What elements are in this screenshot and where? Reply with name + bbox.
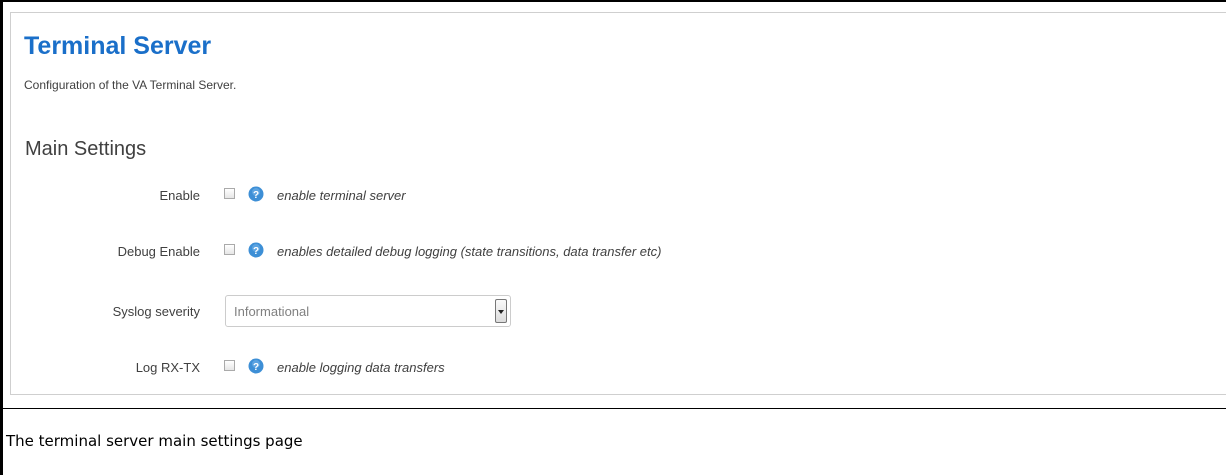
debug-enable-label: Debug Enable — [117, 244, 200, 259]
help-circle-icon[interactable]: ? — [248, 186, 264, 202]
log-rx-tx-row: Log RX-TX ? enable logging data transfer… — [0, 356, 1216, 380]
syslog-severity-row: Syslog severity Informational — [0, 295, 1216, 327]
enable-label: Enable — [159, 188, 200, 203]
document-figure: Terminal Server Configuration of the VA … — [0, 0, 1226, 475]
debug-enable-hint: enables detailed debug logging (state tr… — [277, 244, 662, 259]
svg-text:?: ? — [253, 190, 259, 201]
figure-caption: The terminal server main settings page — [6, 432, 303, 450]
page-description: Configuration of the VA Terminal Server. — [24, 78, 237, 92]
page-title: Terminal Server — [24, 32, 212, 60]
log-rx-tx-label: Log RX-TX — [135, 360, 200, 375]
svg-text:?: ? — [253, 362, 259, 373]
figure-border-left — [0, 0, 3, 475]
svg-text:?: ? — [253, 246, 259, 257]
log-rx-tx-hint: enable logging data transfers — [277, 360, 445, 375]
help-circle-icon[interactable]: ? — [248, 242, 264, 258]
syslog-severity-value: Informational — [234, 304, 310, 319]
enable-checkbox[interactable] — [224, 188, 235, 199]
chevron-down-icon[interactable] — [495, 299, 507, 323]
figure-border-top — [0, 0, 1226, 2]
syslog-severity-select[interactable]: Informational — [225, 295, 511, 327]
log-rx-tx-checkbox[interactable] — [224, 360, 235, 371]
debug-enable-row: Debug Enable ? enables detailed debug lo… — [0, 240, 1216, 264]
enable-row: Enable ? enable terminal server — [0, 184, 1216, 208]
debug-enable-checkbox[interactable] — [224, 244, 235, 255]
caption-divider — [0, 408, 1226, 409]
help-circle-icon[interactable]: ? — [248, 358, 264, 374]
enable-hint: enable terminal server — [277, 188, 406, 203]
section-title: Main Settings — [25, 138, 147, 160]
syslog-severity-label: Syslog severity — [112, 304, 200, 319]
